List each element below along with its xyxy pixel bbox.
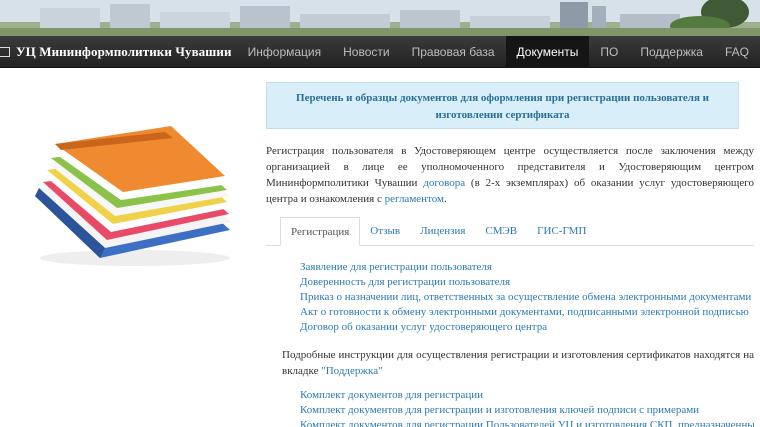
tab-gis-gmp[interactable]: ГИС-ГМП <box>527 217 596 245</box>
nav-item-software[interactable]: ПО <box>589 36 629 68</box>
city-skyline-image <box>0 0 760 36</box>
city-banner <box>0 0 760 36</box>
info-notice: Перечень и образцы документов для оформл… <box>266 82 739 129</box>
nav-item-support[interactable]: Поддержка <box>629 36 714 68</box>
nav-item-news[interactable]: Новости <box>332 36 400 68</box>
document-folders-image <box>35 126 231 266</box>
tab-registration[interactable]: Регистрация <box>280 217 361 246</box>
link-appointment-order[interactable]: Приказ о назначении лиц, ответственных з… <box>300 290 754 305</box>
tab-revocation[interactable]: Отзыв <box>360 217 410 245</box>
intro-paragraph: Регистрация пользователя в Удостоверяюще… <box>266 143 754 207</box>
main-content: Перечень и образцы документов для оформл… <box>266 68 754 427</box>
support-tab-link[interactable]: "Поддержка" <box>321 365 382 377</box>
registration-links-list: Заявление для регистрации пользователя Д… <box>300 260 754 335</box>
tab-license[interactable]: Лицензия <box>410 217 475 245</box>
regulation-link[interactable]: регламентом <box>385 193 444 205</box>
kit-links-list: Комплект документов для регистрации Комп… <box>300 388 754 427</box>
link-registration-keys-kit[interactable]: Комплект документов для регистрации и из… <box>300 403 754 418</box>
nav-item-documents[interactable]: Документы <box>505 36 590 68</box>
link-users-skp-kit[interactable]: Комплект документов для регистрации Поль… <box>300 418 754 427</box>
nav-item-information[interactable]: Информация <box>237 36 332 68</box>
intro-text-3: . <box>443 193 447 205</box>
tab-smev[interactable]: СМЭВ <box>475 217 527 245</box>
link-registration-kit[interactable]: Комплект документов для регистрации <box>300 388 754 403</box>
link-services-contract[interactable]: Договор об оказании услуг удостоверяющег… <box>300 320 754 335</box>
brand-title[interactable]: УЦ Мининформполитики Чувашии <box>16 44 232 60</box>
link-readiness-act[interactable]: Акт о готовности к обмену электронными д… <box>300 305 754 320</box>
document-tabs: Регистрация Отзыв Лицензия СМЭВ ГИС-ГМП <box>266 217 754 246</box>
contract-link[interactable]: договора <box>423 177 465 189</box>
nav-item-faq[interactable]: FAQ <box>714 36 760 68</box>
nav-item-legal-base[interactable]: Правовая база <box>401 36 506 68</box>
brand-bracket-icon <box>0 47 10 57</box>
top-navbar: УЦ Мининформполитики Чувашии Информация … <box>0 36 760 68</box>
link-registration-proxy[interactable]: Доверенность для регистрации пользовател… <box>300 275 754 290</box>
brand[interactable]: УЦ Мининформполитики Чувашии <box>0 36 232 68</box>
link-registration-application[interactable]: Заявление для регистрации пользователя <box>300 260 754 275</box>
nav-menu: Информация Новости Правовая база Докумен… <box>237 36 760 68</box>
help-paragraph: Подробные инструкции для осуществления р… <box>282 347 754 379</box>
